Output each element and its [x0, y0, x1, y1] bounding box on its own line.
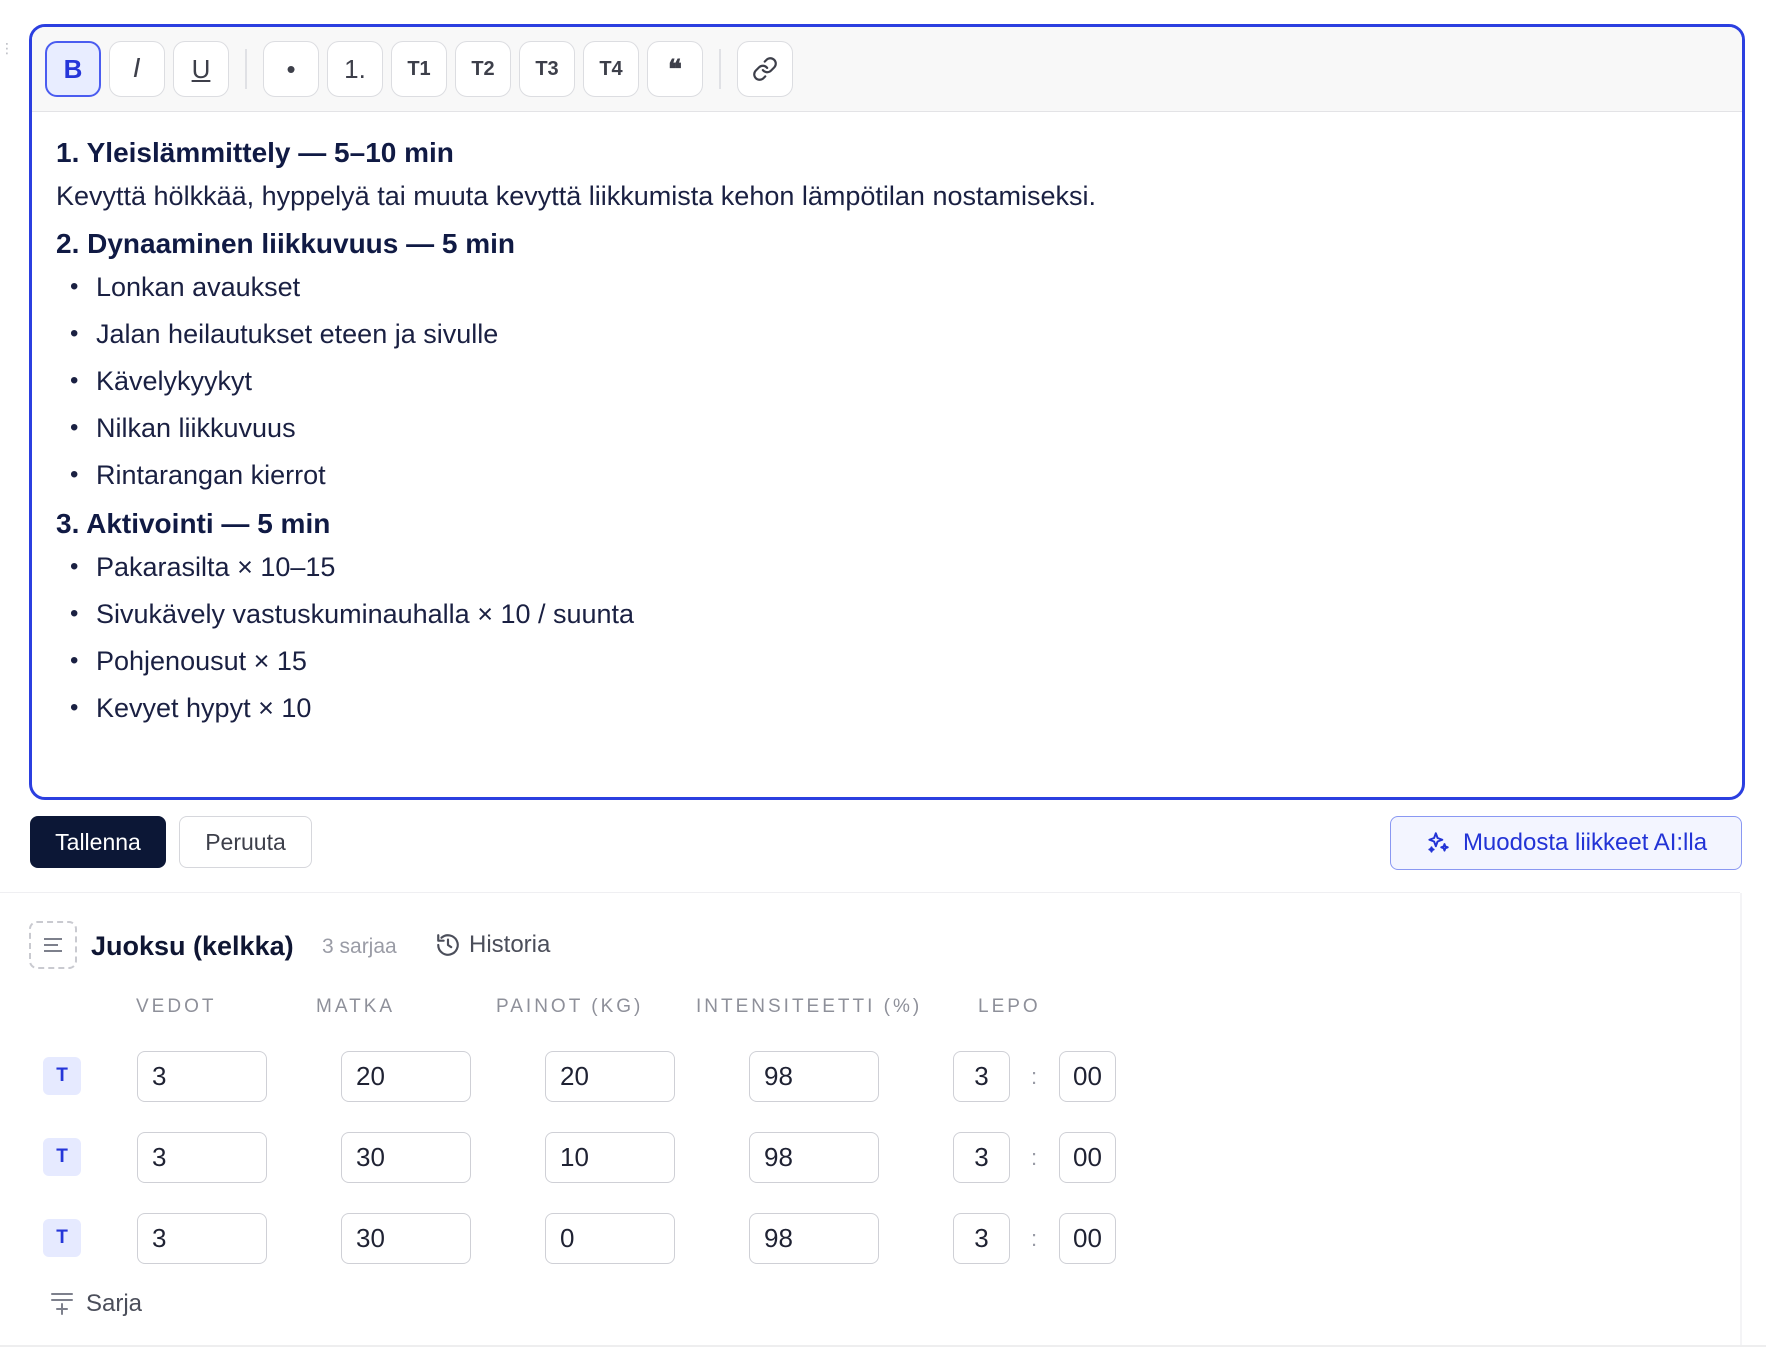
edge-grip-icon: ⋮ [0, 40, 14, 56]
list-item: • Kevyet hypyt × 10 [70, 693, 312, 723]
column-header-reps: VEDOT [136, 996, 217, 1017]
add-set-button[interactable]: Sarja [50, 1290, 142, 1318]
heading-3-button[interactable]: T3 [519, 41, 575, 97]
bullet-list-button[interactable]: • [263, 41, 319, 97]
rich-text-editor[interactable]: B I U • 1. T1 T2 T3 T4 ❝ 1. Yleislämmitt… [29, 24, 1745, 800]
distance-input[interactable]: 30 [341, 1132, 471, 1183]
column-header-intensity: INTENSITEETTI (%) [696, 996, 923, 1017]
underline-button[interactable]: U [173, 41, 229, 97]
card-bottom-border [0, 1345, 1766, 1347]
paragraph: Kevyttä hölkkää, hyppelyä tai muuta kevy… [56, 181, 1097, 211]
editor-content[interactable]: 1. Yleislämmittely — 5–10 min Kevyttä hö… [32, 112, 1742, 738]
weight-input[interactable]: 20 [545, 1051, 675, 1102]
save-button[interactable]: Tallenna [30, 816, 166, 868]
add-set-label: Sarja [86, 1290, 143, 1317]
intensity-input[interactable]: 98 [749, 1051, 879, 1102]
sparkles-icon [1428, 832, 1449, 853]
column-header-weight: PAINOT (KG) [496, 996, 644, 1017]
reps-input[interactable]: 3 [137, 1051, 267, 1102]
set-type-badge[interactable]: T [43, 1057, 81, 1095]
column-header-distance: MATKA [316, 996, 396, 1017]
section-heading: 3. Aktivointi — 5 min [56, 508, 331, 539]
list-item: • Sivukävely vastuskuminauhalla × 10 / su… [70, 599, 635, 629]
list-item: • Nilkan liikkuvuus [70, 413, 296, 443]
link-button[interactable] [737, 41, 793, 97]
rest-seconds-input[interactable]: 00 [1059, 1213, 1116, 1264]
card-edge [1740, 893, 1742, 1345]
distance-input[interactable]: 20 [341, 1051, 471, 1102]
rest-minutes-input[interactable]: 3 [953, 1213, 1010, 1264]
set-type-badge[interactable]: T [43, 1219, 81, 1257]
weight-input[interactable]: 0 [545, 1213, 675, 1264]
intensity-input[interactable]: 98 [749, 1213, 879, 1264]
history-button[interactable]: Historia [435, 931, 550, 959]
toolbar-divider [245, 49, 247, 89]
rest-separator: : [1031, 1145, 1038, 1170]
set-type-badge[interactable]: T [43, 1138, 81, 1176]
history-icon [437, 934, 459, 956]
quote-button[interactable]: ❝ [647, 41, 703, 97]
toolbar-divider [719, 49, 721, 89]
exercise-title: Juoksu (kelkka) [91, 931, 294, 961]
section-divider [0, 892, 1740, 893]
section-heading: 2. Dynaaminen liikkuvuus — 5 min [56, 228, 516, 259]
distance-input[interactable]: 30 [341, 1213, 471, 1264]
history-label: Historia [469, 931, 551, 958]
editor-toolbar: B I U • 1. T1 T2 T3 T4 ❝ [32, 27, 1742, 112]
list-item: • Jalan heilautukset eteen ja sivulle [70, 319, 499, 349]
reps-input[interactable]: 3 [137, 1213, 267, 1264]
list-item: • Lonkan avaukset [70, 272, 301, 302]
section-heading: 1. Yleislämmittely — 5–10 min [56, 137, 454, 168]
list-item: • Pohjenousut × 15 [70, 646, 307, 676]
rest-seconds-input[interactable]: 00 [1059, 1132, 1116, 1183]
list-item: • Kävelykyykyt [70, 366, 253, 396]
rest-separator: : [1031, 1064, 1038, 1089]
rest-minutes-input[interactable]: 3 [953, 1051, 1010, 1102]
drag-handle-icon[interactable] [29, 921, 77, 969]
weight-input[interactable]: 10 [545, 1132, 675, 1183]
add-set-icon [51, 1293, 73, 1315]
italic-button[interactable]: I [109, 41, 165, 97]
column-header-rest: LEPO [978, 996, 1041, 1017]
rest-separator: : [1031, 1226, 1038, 1251]
rest-minutes-input[interactable]: 3 [953, 1132, 1010, 1183]
ai-generate-button[interactable]: Muodosta liikkeet AI:lla [1390, 816, 1742, 870]
heading-2-button[interactable]: T2 [455, 41, 511, 97]
list-item: • Pakarasilta × 10–15 [70, 552, 336, 582]
heading-4-button[interactable]: T4 [583, 41, 639, 97]
sets-count: 3 sarjaa [322, 935, 397, 958]
numbered-list-button[interactable]: 1. [327, 41, 383, 97]
intensity-input[interactable]: 98 [749, 1132, 879, 1183]
rest-seconds-input[interactable]: 00 [1059, 1051, 1116, 1102]
list-item: • Rintarangan kierrot [70, 460, 326, 490]
heading-1-button[interactable]: T1 [391, 41, 447, 97]
link-icon [753, 57, 777, 81]
ai-generate-label: Muodosta liikkeet AI:lla [1462, 829, 1708, 856]
bold-button[interactable]: B [45, 41, 101, 97]
cancel-button[interactable]: Peruuta [179, 816, 312, 868]
reps-input[interactable]: 3 [137, 1132, 267, 1183]
